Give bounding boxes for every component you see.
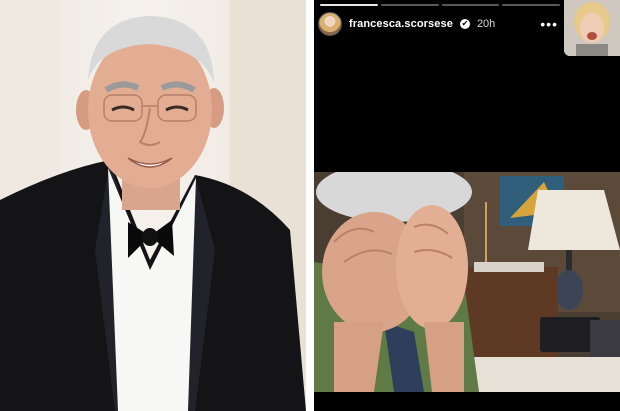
progress-segment (320, 4, 378, 6)
verified-badge-icon: ✔ (459, 19, 470, 29)
instagram-story[interactable]: francesca.scorsese ✔ 20h ••• (314, 0, 620, 411)
reaction-camera-thumbnail[interactable] (564, 0, 620, 56)
story-header: francesca.scorsese ✔ 20h (318, 12, 495, 36)
video-scene-illustration (314, 172, 620, 392)
story-video-frame[interactable] (314, 172, 620, 392)
story-time-ago: 20h (476, 18, 496, 30)
more-options-icon[interactable]: ••• (540, 16, 558, 32)
progress-segment (380, 4, 439, 6)
portrait-photo (0, 0, 306, 411)
portrait-illustration (0, 0, 306, 411)
reaction-face-illustration (564, 0, 620, 56)
panel-divider (306, 0, 314, 411)
story-progress-bar (320, 4, 560, 6)
story-username[interactable]: francesca.scorsese (349, 18, 453, 30)
profile-avatar[interactable] (318, 12, 342, 36)
progress-segment (441, 4, 500, 6)
progress-segment (502, 4, 560, 6)
